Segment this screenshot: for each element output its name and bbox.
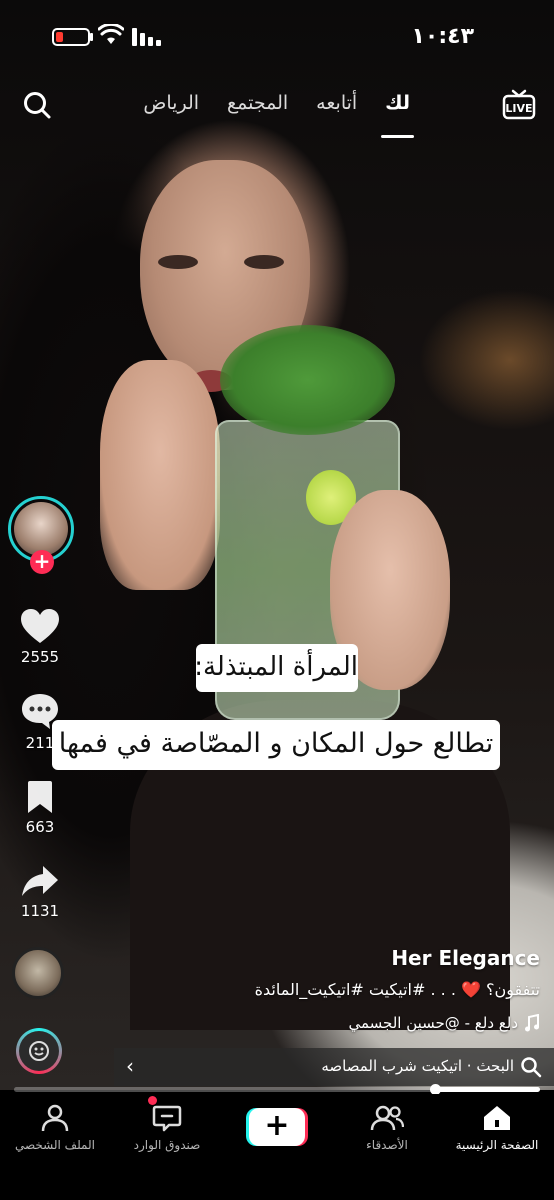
caption-line-1: المرأة المبتذلة: (194, 644, 358, 692)
inbox-icon (152, 1105, 182, 1132)
follow-button[interactable]: + (30, 550, 54, 574)
nav-home-label: الصفحة الرئيسية (455, 1138, 539, 1152)
video-eye-right (244, 255, 284, 269)
smile-icon (29, 1041, 49, 1061)
nav-inbox[interactable]: صندوق الوارد (112, 1100, 222, 1152)
nav-friends-label: الأصدقاء (366, 1138, 408, 1152)
battery-nub (90, 33, 93, 41)
home-icon (484, 1106, 510, 1130)
bottom-nav: الصفحة الرئيسية الأصدقاء + صندوق الوارد … (0, 1094, 554, 1200)
live-label: LIVE (505, 102, 532, 115)
top-nav: لك أتابعه المجتمع الرياض LIVE (0, 84, 554, 138)
bookmark-icon (28, 781, 52, 813)
save-button[interactable]: 663 (8, 780, 72, 836)
wifi-icon (98, 24, 124, 44)
like-button[interactable]: 2555 (8, 608, 72, 666)
heart-icon (21, 609, 59, 643)
nav-friends[interactable]: الأصدقاء (332, 1100, 442, 1152)
search-small-icon (521, 1057, 542, 1078)
tab-riyadh[interactable]: الرياض (143, 92, 199, 128)
author-name[interactable]: Her Elegance (100, 946, 540, 970)
share-arrow-icon (22, 866, 58, 896)
profile-icon (41, 1104, 69, 1132)
chevron-left-icon[interactable]: ‹ (126, 1056, 144, 1076)
search-suggestion-text: البحث · اتيكيت شرب المصاصه (321, 1057, 514, 1075)
live-icon[interactable]: LIVE (502, 88, 536, 122)
music-info[interactable]: دلع دلع - @حسين الجسمي (100, 1014, 540, 1032)
description-hashtags: . . . #اتيكيت #اتيكيت_المائدة (254, 980, 456, 999)
save-count: 663 (25, 818, 55, 836)
create-button[interactable]: + (246, 1108, 308, 1146)
tab-for-you[interactable]: لك (381, 92, 414, 138)
status-bar: ١٠:٤٣ (0, 0, 554, 72)
plus-icon: + (249, 1108, 305, 1146)
status-time: ١٠:٤٣ (411, 24, 474, 49)
search-icon[interactable] (22, 90, 52, 120)
like-count: 2555 (20, 648, 60, 666)
caption-line-2: تطالع حول المكان و المصّاصة في فمها (52, 720, 500, 770)
music-title: دلع دلع - @حسين الجسمي (348, 1014, 518, 1032)
tab-following[interactable]: أتابعه (316, 92, 357, 128)
nav-inbox-label: صندوق الوارد (133, 1138, 201, 1152)
friends-icon (370, 1105, 404, 1131)
feed-tabs: لك أتابعه المجتمع الرياض (138, 92, 414, 138)
effect-button[interactable] (16, 1028, 62, 1074)
post-description[interactable]: تتفقون؟ ❤️ . . . #اتيكيت #اتيكيت_المائدة (100, 980, 540, 999)
nav-home[interactable]: الصفحة الرئيسية (442, 1100, 552, 1152)
red-heart-emoji: ❤️ (461, 980, 481, 999)
battery-icon (52, 28, 90, 46)
nav-profile[interactable]: الملف الشخصي (0, 1100, 110, 1152)
video-mint (220, 325, 395, 435)
signal-icon (132, 28, 162, 46)
avatar (14, 502, 68, 556)
share-count: 1131 (20, 902, 60, 920)
share-button[interactable]: 1131 (8, 864, 72, 920)
tab-community[interactable]: المجتمع (227, 92, 288, 128)
video-progress-bar[interactable] (14, 1084, 540, 1095)
description-prefix: تتفقون؟ (486, 980, 540, 999)
music-note-icon (525, 1014, 539, 1032)
video-eye-left (158, 255, 198, 269)
nav-profile-label: الملف الشخصي (15, 1138, 95, 1152)
inbox-notification-dot (148, 1096, 157, 1105)
search-suggestion-bar[interactable]: ‹ البحث · اتيكيت شرب المصاصه (114, 1048, 554, 1086)
video-frame[interactable] (0, 0, 554, 1090)
progress-fill (435, 1087, 540, 1092)
video-hand-left (100, 360, 220, 590)
music-disc-icon[interactable] (12, 947, 64, 999)
